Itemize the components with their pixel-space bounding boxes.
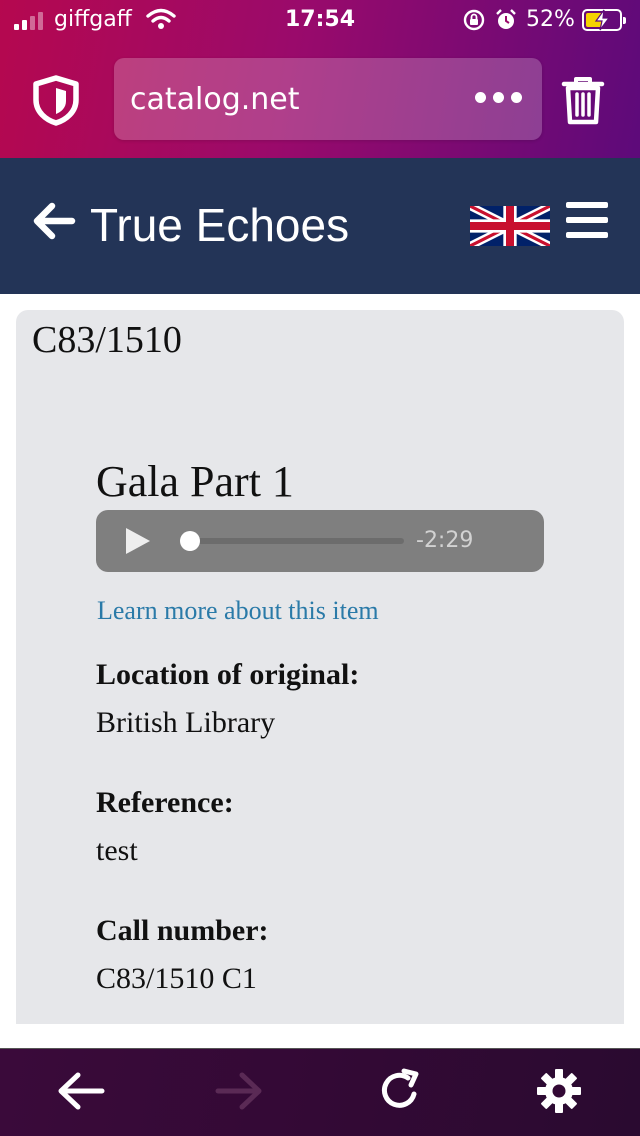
rotation-lock-icon: [463, 9, 485, 37]
alarm-icon: [494, 8, 518, 38]
call-number-label: Call number:: [96, 914, 269, 947]
united-kingdom-flag-icon[interactable]: [470, 206, 550, 246]
shield-icon[interactable]: [30, 74, 82, 126]
battery-charging-icon: [582, 9, 626, 31]
back-arrow-icon[interactable]: [30, 198, 76, 249]
audio-progress-track[interactable]: [184, 538, 404, 544]
audio-remaining-time: -2:29: [416, 528, 474, 553]
site-title[interactable]: True Echoes: [90, 198, 349, 252]
audio-player[interactable]: -2:29: [96, 510, 544, 572]
call-number-value: C83/1510 C1: [96, 962, 257, 995]
settings-gear-icon[interactable]: [532, 1066, 586, 1116]
location-label: Location of original:: [96, 658, 360, 691]
battery-percent: 52%: [526, 7, 575, 32]
more-icon[interactable]: [475, 92, 522, 103]
audio-progress-knob[interactable]: [180, 531, 200, 551]
browser-top-bar: giffgaff 17:54 52% catalog.net: [0, 0, 640, 158]
reference-label: Reference:: [96, 786, 234, 819]
hamburger-menu-icon[interactable]: [566, 202, 608, 238]
trash-icon[interactable]: [560, 74, 606, 126]
url-text[interactable]: catalog.net: [130, 82, 300, 117]
status-bar: giffgaff 17:54 52%: [0, 0, 640, 42]
url-bar[interactable]: catalog.net: [114, 58, 542, 140]
back-arrow-icon[interactable]: [54, 1066, 108, 1116]
reload-icon[interactable]: [374, 1066, 428, 1116]
item-id: C83/1510: [32, 319, 182, 361]
forward-arrow-icon: [212, 1066, 266, 1116]
item-card: C83/1510 Gala Part 1 -2:29 Learn more ab…: [16, 310, 624, 1024]
play-icon[interactable]: [126, 528, 150, 554]
learn-more-link[interactable]: Learn more about this item: [97, 596, 379, 626]
location-value: British Library: [96, 706, 276, 739]
reference-value: test: [96, 834, 138, 867]
item-title: Gala Part 1: [96, 457, 294, 506]
